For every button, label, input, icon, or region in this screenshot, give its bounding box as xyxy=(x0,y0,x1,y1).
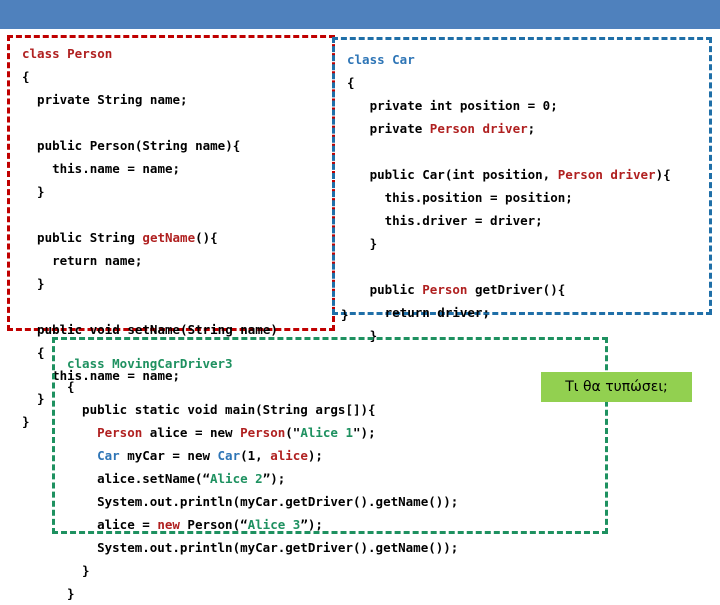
movingcardriver-class-box: class MovingCarDriver3 { public static v… xyxy=(52,337,608,601)
car-class-box: class Car { private int position = 0; pr… xyxy=(332,37,712,343)
top-banner xyxy=(0,0,720,29)
person-class-box: class Person { private String name; publ… xyxy=(7,35,335,429)
movingcardriver-class-code: class MovingCarDriver3 { public static v… xyxy=(67,356,459,601)
car-class-code: class Car { private int position = 0; pr… xyxy=(347,52,671,343)
question-callout-text: Τι θα τυπώσει; xyxy=(565,379,668,395)
question-callout: Τι θα τυπώσει; xyxy=(541,372,692,402)
car-class-closing-brace: } xyxy=(341,307,349,322)
